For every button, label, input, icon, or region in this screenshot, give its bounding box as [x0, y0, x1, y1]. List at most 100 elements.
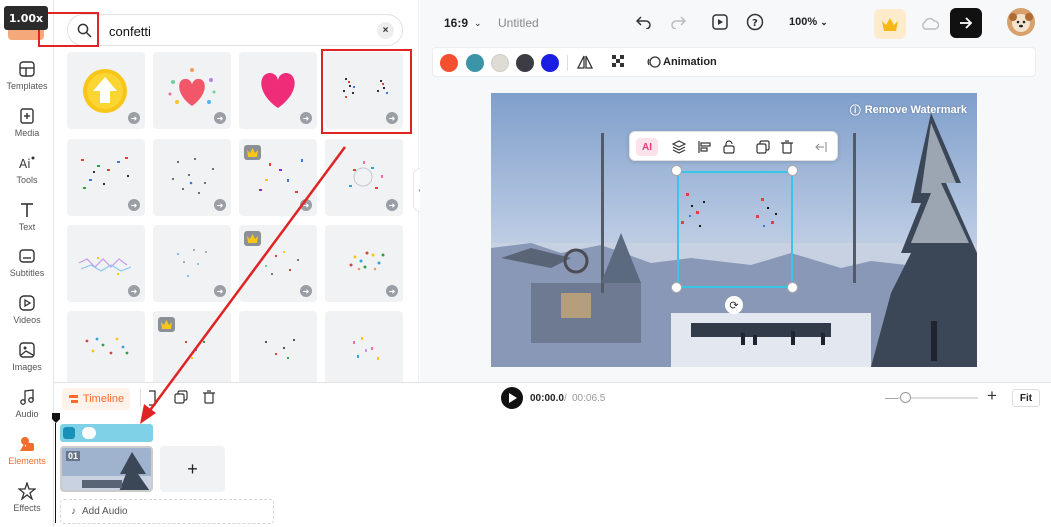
element-track-clip[interactable]: [60, 424, 153, 442]
element-tile[interactable]: ➜: [67, 52, 145, 129]
timeline-zoom-knob[interactable]: [900, 392, 911, 403]
element-tile[interactable]: ➜: [153, 225, 231, 302]
selection-box[interactable]: [677, 171, 793, 288]
cloud-save-button[interactable]: [914, 9, 946, 39]
sidebar-item-effects[interactable]: Effects: [0, 482, 54, 513]
add-audio-label: Add Audio: [82, 506, 128, 517]
add-element-icon[interactable]: ➜: [214, 285, 226, 297]
sidebar-item-audio[interactable]: Audio: [0, 388, 54, 419]
add-element-icon[interactable]: ➜: [300, 112, 312, 124]
info-icon: ⓘ: [849, 105, 861, 117]
add-element-icon[interactable]: ➜: [214, 112, 226, 124]
color-swatch[interactable]: [491, 54, 509, 72]
sidebar-item-images[interactable]: Images: [0, 341, 54, 372]
sidebar-item-text[interactable]: Text: [0, 201, 54, 232]
upgrade-button[interactable]: [874, 9, 906, 39]
element-tile[interactable]: ➜: [239, 52, 317, 129]
ai-edit-icon[interactable]: AI: [636, 138, 658, 156]
sidebar-item-subtitles[interactable]: Subtitles: [0, 247, 54, 278]
subtitles-icon: [19, 249, 35, 263]
chevron-down-icon: ⌄: [474, 17, 482, 28]
sidebar-item-label: Tools: [16, 175, 38, 185]
resize-handle[interactable]: [671, 282, 682, 293]
split-icon[interactable]: [147, 390, 163, 406]
close-icon[interactable]: ×: [377, 22, 394, 39]
sidebar-item-videos[interactable]: Videos: [0, 294, 54, 325]
delete-icon[interactable]: [778, 138, 796, 156]
help-icon[interactable]: ?: [745, 12, 765, 32]
add-element-icon[interactable]: ➜: [300, 199, 312, 211]
color-swatch[interactable]: [440, 54, 458, 72]
sidebar-item-media[interactable]: Media: [0, 107, 54, 138]
add-element-icon[interactable]: ➜: [386, 199, 398, 211]
zoom-in-icon[interactable]: +: [987, 386, 997, 406]
add-element-icon[interactable]: ➜: [128, 199, 140, 211]
element-tile[interactable]: ➜: [153, 139, 231, 216]
color-swatch[interactable]: [516, 54, 534, 72]
element-toolbar: Animation: [432, 47, 1036, 77]
add-element-icon[interactable]: ➜: [386, 285, 398, 297]
element-tile[interactable]: ➜: [325, 139, 403, 216]
collapse-toolbar-icon[interactable]: [812, 138, 830, 156]
sidebar-item-label: Text: [18, 222, 36, 232]
element-tile[interactable]: [325, 311, 403, 388]
element-tile[interactable]: ➜: [67, 225, 145, 302]
playhead[interactable]: [52, 413, 60, 423]
zoom-level-badge: 1.00x: [4, 6, 48, 30]
duplicate-icon[interactable]: [754, 138, 772, 156]
add-audio-button[interactable]: ♪ Add Audio: [60, 499, 274, 524]
add-clip-button[interactable]: +: [160, 446, 225, 492]
resize-handle[interactable]: [787, 165, 798, 176]
element-tile[interactable]: ➜: [325, 225, 403, 302]
element-tile[interactable]: [153, 311, 231, 388]
transparency-icon[interactable]: [612, 55, 626, 69]
undo-icon[interactable]: [634, 12, 654, 32]
element-tile[interactable]: [67, 311, 145, 388]
play-button[interactable]: [501, 387, 523, 409]
remove-watermark-button[interactable]: ⓘ Remove Watermark: [850, 102, 967, 118]
clip-index-label: 01: [66, 451, 81, 461]
add-element-icon[interactable]: ➜: [214, 199, 226, 211]
tab-timeline[interactable]: Timeline: [62, 388, 130, 410]
sidebar-item-tools[interactable]: Ai Tools: [0, 154, 54, 185]
sidebar-item-label: Effects: [13, 503, 41, 513]
color-swatch[interactable]: [541, 54, 559, 72]
color-swatch[interactable]: [466, 54, 484, 72]
add-element-icon[interactable]: ➜: [128, 285, 140, 297]
time-separator: /: [564, 393, 567, 404]
avatar[interactable]: [1007, 8, 1035, 36]
element-tile[interactable]: [239, 311, 317, 388]
resize-handle[interactable]: [671, 165, 682, 176]
align-icon[interactable]: [696, 138, 714, 156]
animation-button[interactable]: Animation: [663, 56, 717, 68]
element-tile[interactable]: ➜: [67, 139, 145, 216]
delete-icon[interactable]: [202, 390, 218, 406]
video-clip[interactable]: 01: [60, 446, 153, 492]
add-element-icon[interactable]: ➜: [300, 285, 312, 297]
search-input[interactable]: [109, 23, 309, 39]
zoom-out-icon[interactable]: —: [885, 390, 898, 405]
add-element-icon[interactable]: ➜: [128, 112, 140, 124]
canvas-zoom-select[interactable]: 100% ⌄: [789, 16, 828, 28]
aspect-ratio-select[interactable]: 16:9 ⌄: [444, 16, 482, 30]
sidebar-item-elements[interactable]: Elements: [0, 429, 54, 473]
rotate-icon[interactable]: ⟳: [725, 296, 743, 314]
search-icon: [77, 23, 92, 38]
export-button[interactable]: [950, 8, 982, 38]
flip-icon[interactable]: [576, 54, 594, 70]
redo-icon[interactable]: [668, 12, 688, 32]
duplicate-icon[interactable]: [174, 390, 190, 406]
element-tile[interactable]: ➜: [239, 139, 317, 216]
element-tile[interactable]: ➜: [239, 225, 317, 302]
element-tile[interactable]: ➜: [325, 52, 403, 129]
add-element-icon[interactable]: ➜: [386, 112, 398, 124]
element-tile[interactable]: ➜: [153, 52, 231, 129]
elements-icon: [20, 437, 34, 451]
resize-handle[interactable]: [787, 282, 798, 293]
fit-button[interactable]: Fit: [1012, 389, 1040, 407]
sidebar-item-templates[interactable]: Templates: [0, 60, 54, 91]
project-title[interactable]: Untitled: [498, 16, 539, 30]
unlock-icon[interactable]: [720, 138, 738, 156]
layers-icon[interactable]: [670, 138, 688, 156]
preview-icon[interactable]: [710, 12, 730, 32]
